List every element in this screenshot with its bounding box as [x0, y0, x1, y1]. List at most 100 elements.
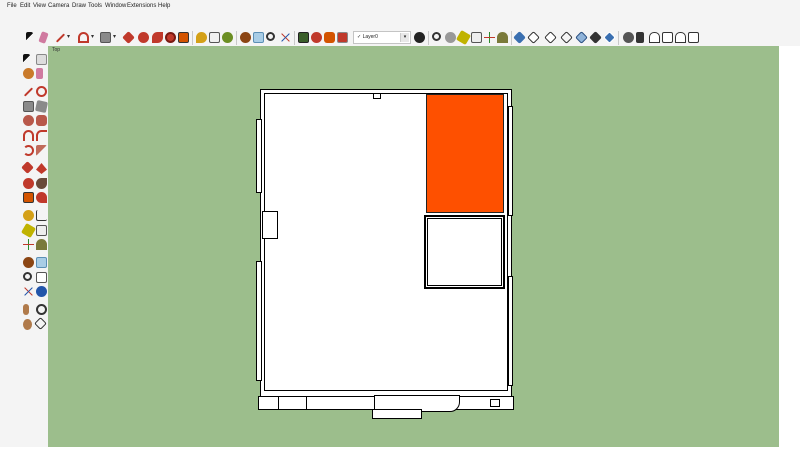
line-dropdown-icon[interactable]: ▾ — [67, 34, 70, 40]
xray-style-icon[interactable] — [527, 31, 540, 44]
protractor-icon[interactable] — [20, 222, 37, 239]
look-around-icon[interactable] — [36, 304, 47, 315]
menu-draw[interactable]: Draw — [72, 2, 86, 10]
select-arrow-icon[interactable] — [23, 54, 30, 65]
axes-icon[interactable] — [484, 32, 495, 43]
extension-warehouse-icon[interactable] — [337, 32, 348, 43]
layer-select[interactable]: ✓ Layer0 ▾ — [353, 31, 411, 44]
select-arrow-icon[interactable] — [26, 32, 33, 43]
zoom-window-icon[interactable] — [432, 32, 441, 41]
menu-camera[interactable]: Camera — [48, 2, 69, 10]
offset-icon[interactable] — [36, 192, 47, 203]
menu-edit[interactable]: Edit — [20, 2, 30, 10]
zoom-icon[interactable] — [23, 272, 32, 281]
menu-extensions[interactable]: Extensions — [127, 2, 156, 10]
top-view-icon[interactable] — [623, 32, 634, 43]
component-icon[interactable] — [36, 54, 47, 65]
rotated-rectangle-icon[interactable] — [34, 99, 49, 114]
hidden-line-style-icon[interactable] — [560, 31, 573, 44]
front-view-icon[interactable] — [636, 32, 644, 43]
dimension-icon[interactable] — [445, 32, 456, 43]
orbit-icon[interactable] — [23, 257, 34, 268]
zoom-extents-icon[interactable] — [23, 286, 34, 297]
bottom-step-detail — [372, 409, 422, 419]
pencil-line-icon[interactable] — [23, 87, 34, 97]
rotate-icon[interactable] — [23, 178, 34, 189]
back-view-icon[interactable] — [662, 32, 673, 43]
shaded-texture-style-icon[interactable] — [589, 31, 602, 44]
walk-icon[interactable] — [497, 32, 508, 43]
menu-window[interactable]: Window — [105, 2, 126, 10]
two-point-arc-icon[interactable] — [36, 130, 47, 141]
selected-room-face[interactable] — [426, 94, 504, 213]
orbit-icon[interactable] — [240, 32, 251, 43]
three-point-arc-icon[interactable] — [23, 145, 34, 156]
axes-text-icon[interactable] — [471, 32, 482, 43]
axes-icon[interactable] — [23, 239, 34, 250]
position-camera-icon[interactable] — [23, 319, 32, 330]
menu-file[interactable]: File — [7, 2, 17, 10]
arc-icon[interactable] — [23, 130, 34, 141]
warehouse-icon[interactable] — [324, 32, 335, 43]
left-view-icon[interactable] — [675, 32, 686, 43]
text-icon[interactable] — [36, 225, 47, 236]
text-icon[interactable] — [209, 32, 220, 43]
materials-icon[interactable] — [311, 32, 322, 43]
follow-me-icon[interactable] — [165, 32, 176, 43]
menu-tools[interactable]: Tools — [88, 2, 102, 10]
eraser-icon[interactable] — [36, 68, 43, 79]
circle-icon[interactable] — [23, 115, 34, 126]
pan-icon[interactable] — [36, 257, 47, 268]
rectangle-icon[interactable] — [100, 32, 111, 43]
zoom-window-icon[interactable] — [36, 272, 47, 283]
chevron-down-icon[interactable]: ▾ — [400, 33, 409, 42]
zoom-extents-icon[interactable] — [280, 32, 291, 43]
components-icon[interactable] — [298, 32, 309, 43]
rotate-icon[interactable] — [152, 32, 163, 43]
pencil-line-icon[interactable] — [55, 33, 66, 43]
scale-icon[interactable] — [178, 32, 189, 43]
model-viewport[interactable]: Top — [48, 46, 779, 447]
arc-dropdown-icon[interactable]: ▾ — [91, 34, 94, 40]
pan-icon[interactable] — [253, 32, 264, 43]
freehand-icon[interactable] — [36, 86, 47, 97]
paint-bucket-icon[interactable] — [23, 68, 34, 79]
right-margin — [779, 46, 800, 468]
status-bar — [0, 447, 800, 468]
shaded-style-icon[interactable] — [575, 31, 588, 44]
monochrome-style-icon[interactable] — [603, 31, 616, 44]
move-icon[interactable] — [138, 32, 149, 43]
tape-measure-icon[interactable] — [23, 210, 34, 221]
tape-measure-icon[interactable] — [196, 32, 207, 43]
menu-view[interactable]: View — [33, 2, 46, 10]
layer-manager-icon[interactable] — [414, 32, 425, 43]
push-pull-icon[interactable] — [122, 31, 135, 44]
menu-bar: File Edit View Camera Draw Tools Window … — [0, 0, 800, 14]
protractor-icon[interactable] — [455, 29, 472, 46]
view-label: Top — [52, 47, 61, 53]
eraser-icon[interactable] — [38, 31, 49, 44]
follow-me-icon[interactable] — [36, 178, 47, 189]
pie-icon[interactable] — [36, 145, 47, 156]
bottom-view-icon[interactable] — [688, 32, 699, 43]
3d-text-icon[interactable] — [36, 239, 47, 250]
menu-help[interactable]: Help — [158, 2, 170, 10]
paint-bucket-icon[interactable] — [222, 32, 233, 43]
section-plane-icon[interactable] — [34, 317, 47, 330]
zoom-icon[interactable] — [266, 32, 275, 41]
move-icon[interactable] — [21, 161, 34, 174]
scale-icon[interactable] — [23, 192, 34, 203]
arc-icon[interactable] — [78, 32, 89, 43]
dimension-icon[interactable] — [36, 210, 47, 221]
iso-view-icon[interactable] — [513, 31, 526, 44]
top-wall-notch — [373, 93, 381, 99]
walk-icon[interactable] — [23, 304, 29, 315]
push-pull-icon[interactable] — [36, 163, 47, 174]
right-view-icon[interactable] — [649, 32, 660, 43]
shape-dropdown-icon[interactable]: ▾ — [113, 34, 116, 40]
rectangle-icon[interactable] — [23, 101, 34, 112]
left-wall-detail — [256, 261, 262, 381]
polygon-icon[interactable] — [36, 115, 47, 126]
wireframe-style-icon[interactable] — [544, 31, 557, 44]
previous-view-icon[interactable] — [36, 286, 47, 297]
